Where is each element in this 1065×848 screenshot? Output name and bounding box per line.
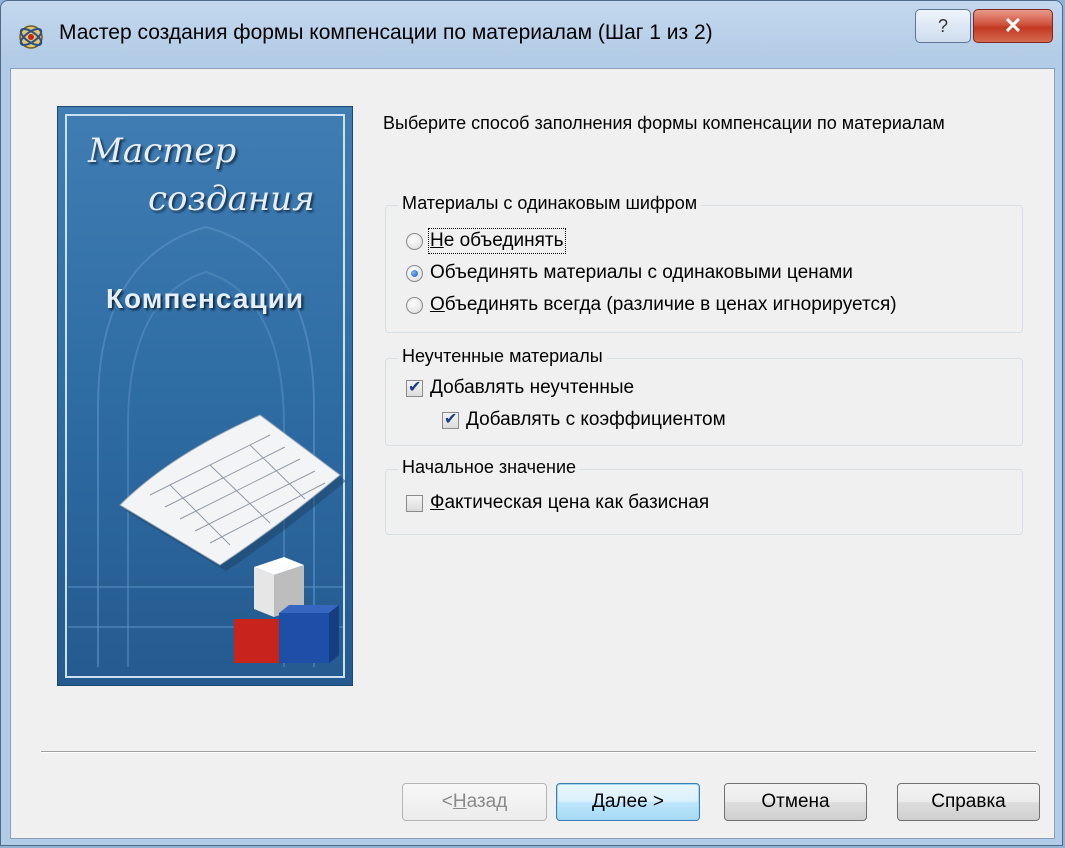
back-button[interactable]: < Назад bbox=[402, 783, 547, 821]
footer-separator bbox=[41, 751, 1036, 753]
close-button[interactable]: ✕ bbox=[973, 9, 1053, 43]
question-mark-icon: ? bbox=[937, 15, 948, 36]
radio-merge-always[interactable]: Объединять всегда (различие в ценах игно… bbox=[406, 294, 897, 316]
radio-indicator[interactable] bbox=[406, 232, 423, 250]
checkbox-indicator-checked[interactable] bbox=[442, 409, 459, 429]
banner-title-line3: Компенсации bbox=[105, 283, 305, 314]
checkbox-indicator-checked[interactable] bbox=[406, 377, 423, 397]
wizard-banner-image: Мастер создания Компенсации bbox=[57, 106, 353, 686]
radio-no-merge-label: Не объединять bbox=[428, 228, 566, 254]
radio-indicator-selected[interactable] bbox=[406, 264, 423, 282]
document-paper-icon bbox=[119, 414, 346, 571]
help-title-button[interactable]: ? bbox=[915, 9, 971, 43]
checkbox-add-unaccounted[interactable]: Добавлять неучтенные bbox=[406, 377, 634, 399]
group-initial-value: Начальное значение Фактическая цена как … bbox=[385, 457, 1023, 535]
close-icon: ✕ bbox=[1003, 13, 1023, 38]
title-bar[interactable]: Мастер создания формы компенсации по мат… bbox=[1, 1, 1062, 69]
banner-title-line2: создания bbox=[148, 179, 315, 219]
window-title: Мастер создания формы компенсации по мат… bbox=[59, 21, 713, 44]
cancel-button[interactable]: Отмена bbox=[724, 783, 867, 821]
radio-merge-same-price-label: Объединять материалы с одинаковыми ценам… bbox=[430, 262, 853, 283]
checkbox-actual-price-as-base-label: Фактическая цена как базисная bbox=[430, 492, 710, 513]
group-initial-value-label: Начальное значение bbox=[398, 457, 581, 478]
group-same-code: Материалы с одинаковым шифром Не объедин… bbox=[385, 193, 1023, 333]
next-button[interactable]: Далее > bbox=[556, 783, 700, 821]
wizard-app-icon bbox=[19, 25, 43, 49]
help-button[interactable]: Справка bbox=[897, 783, 1040, 821]
checkbox-indicator-unchecked[interactable] bbox=[406, 494, 423, 512]
checkbox-actual-price-as-base[interactable]: Фактическая цена как базисная bbox=[406, 492, 709, 514]
checkbox-add-unaccounted-label: Добавлять неучтенные bbox=[430, 377, 635, 398]
radio-merge-same-price[interactable]: Объединять материалы с одинаковыми ценам… bbox=[406, 262, 853, 284]
wizard-prompt: Выберите способ заполнения формы компенс… bbox=[383, 113, 945, 133]
checkbox-add-with-coefficient-label: Добавлять с коэффициентом bbox=[466, 409, 726, 430]
radio-indicator[interactable] bbox=[406, 296, 423, 314]
group-unaccounted: Неучтенные материалы Добавлять неучтенны… bbox=[385, 346, 1023, 446]
group-unaccounted-label: Неучтенные материалы bbox=[398, 346, 607, 367]
group-same-code-label: Материалы с одинаковым шифром bbox=[398, 193, 702, 214]
checkbox-add-with-coefficient[interactable]: Добавлять с коэффициентом bbox=[442, 409, 726, 431]
dialog-window: Мастер создания формы компенсации по мат… bbox=[0, 0, 1063, 846]
banner-title-line1: Мастер bbox=[88, 131, 237, 171]
dialog-client-area: Мастер создания Компенсации Выберите спо… bbox=[10, 68, 1055, 839]
radio-no-merge[interactable]: Не объединять bbox=[406, 228, 566, 254]
cubes-icon bbox=[234, 557, 339, 663]
radio-merge-always-label: Объединять всегда (различие в ценах игно… bbox=[430, 294, 897, 315]
